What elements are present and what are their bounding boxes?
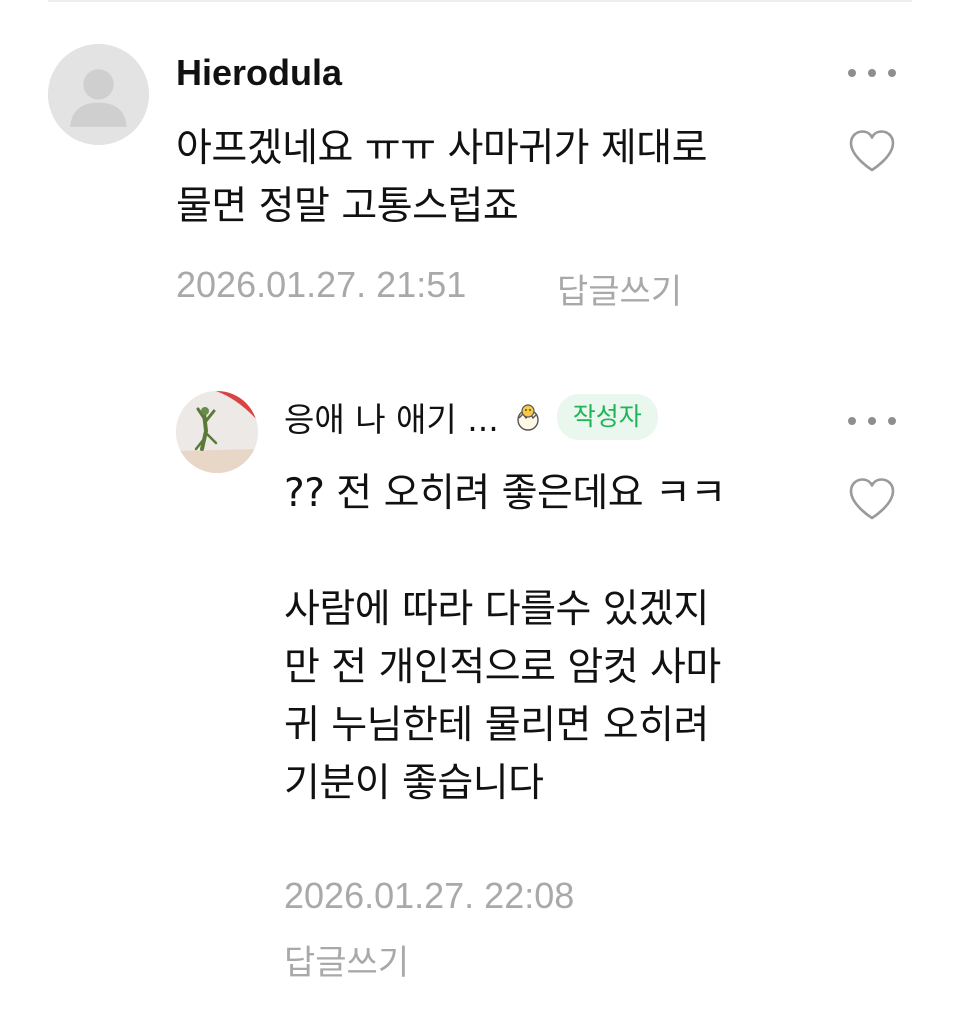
heart-icon [849, 478, 895, 520]
like-button[interactable] [848, 477, 896, 521]
more-options-button[interactable] [848, 63, 896, 83]
default-profile-icon [48, 44, 149, 145]
dot-icon [888, 417, 896, 425]
mantis-photo-avatar [176, 391, 258, 473]
comment-nickname[interactable]: Hierodula [176, 52, 342, 94]
hatching-egg-icon [513, 402, 543, 432]
dot-icon [888, 69, 896, 77]
comment-date: 2026.01.27. 22:08 [284, 875, 575, 916]
more-options-button[interactable] [848, 411, 896, 431]
comment-text: ?? 전 오히려 좋은데요 ㅋㅋ 사람에 따라 다를수 있겠지 만 전 개인적으… [284, 471, 726, 806]
like-button[interactable] [848, 129, 896, 173]
dot-icon [868, 417, 876, 425]
comment-nickname[interactable]: 응애 나 애기 ... [284, 393, 499, 441]
comment-text: 아프겠네요 ㅠㅠ 사마귀가 제대로 물면 정말 고통스럽죠 [176, 126, 708, 229]
dot-icon [848, 69, 856, 77]
heart-icon [849, 130, 895, 172]
avatar[interactable] [176, 391, 258, 473]
avatar[interactable] [48, 44, 149, 145]
reply-button[interactable]: 답글쓰기 [557, 264, 682, 313]
reply-button[interactable]: 답글쓰기 [284, 935, 409, 984]
comment-date: 2026.01.27. 21:51 [176, 264, 467, 305]
dot-icon [868, 69, 876, 77]
nickname-row: 응애 나 애기 ... 작성자 [284, 391, 658, 443]
author-badge: 작성자 [556, 394, 658, 440]
dot-icon [848, 417, 856, 425]
top-divider [48, 0, 912, 2]
